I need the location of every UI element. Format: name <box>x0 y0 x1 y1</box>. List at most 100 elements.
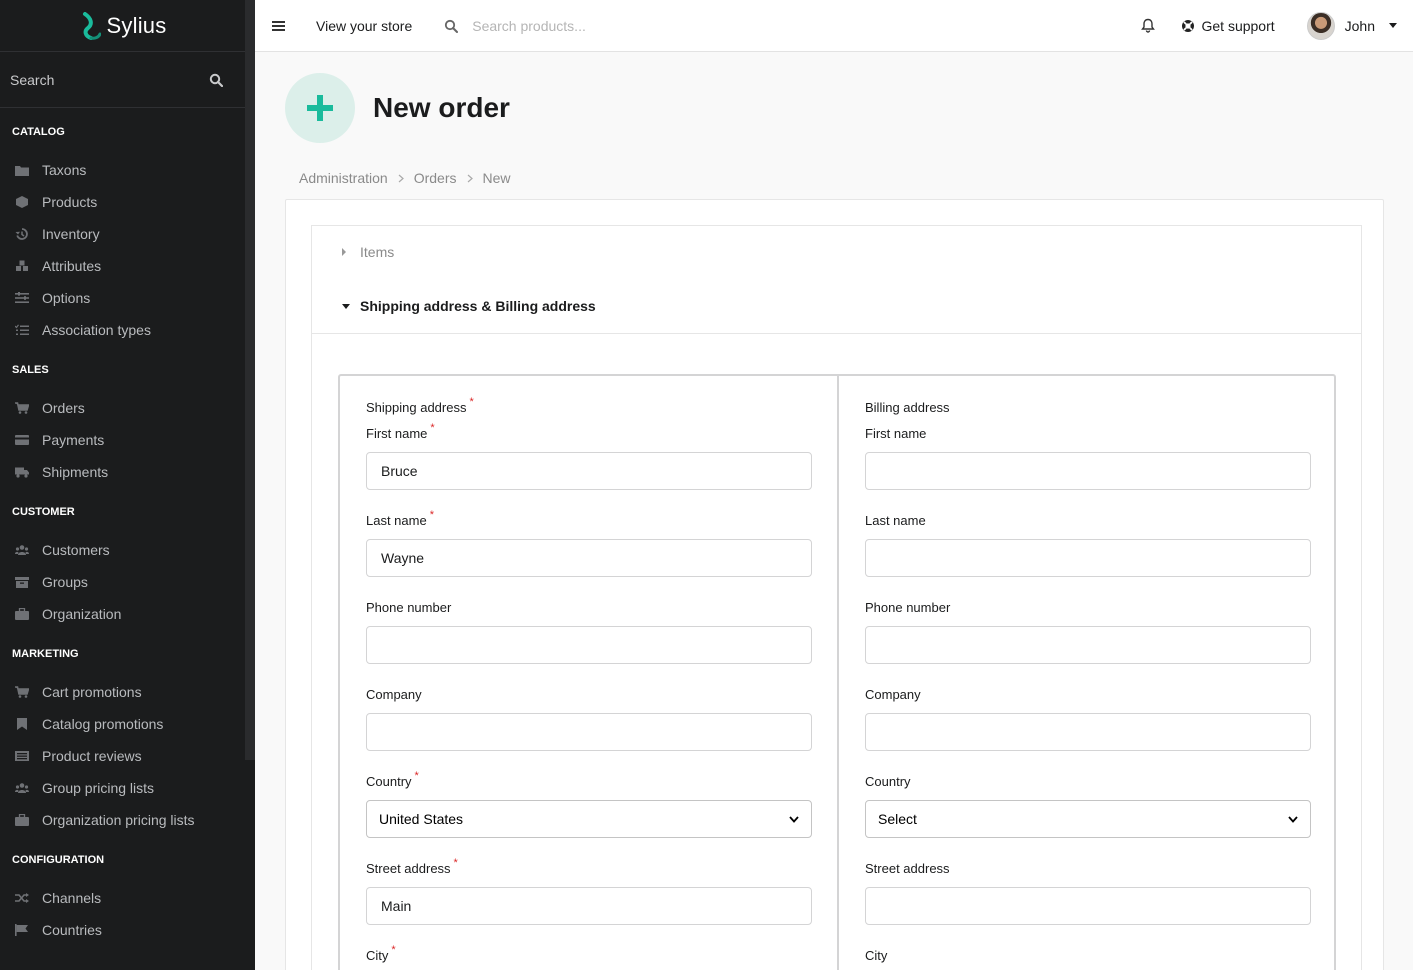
billing-company-field[interactable] <box>865 713 1311 751</box>
hamburger-icon <box>271 20 285 31</box>
sidebar-item-association-types[interactable]: Association types <box>0 314 255 346</box>
shipping-phone-label: Phone number <box>366 600 452 615</box>
history-icon <box>14 227 30 241</box>
topbar-right: Get support John <box>1141 0 1413 52</box>
cubes-icon <box>14 259 30 273</box>
address-segments: Shipping address* First name* Last name*… <box>338 374 1336 970</box>
sidebar-item-attributes[interactable]: Attributes <box>0 250 255 282</box>
order-accordion: Items Shipping address & Billing address… <box>311 225 1362 970</box>
accordion-address-title[interactable]: Shipping address & Billing address <box>342 298 596 314</box>
chevron-right-icon <box>398 174 404 182</box>
search-icon[interactable] <box>209 73 223 87</box>
accordion-items-title[interactable]: Items <box>342 244 394 260</box>
random-icon <box>14 891 30 905</box>
sidebar-item-groups[interactable]: Groups <box>0 566 255 598</box>
sidebar-item-countries[interactable]: Countries <box>0 914 255 946</box>
sidebar-item-label: Inventory <box>42 226 100 242</box>
sidebar-item-label: Payments <box>42 432 105 448</box>
sidebar-section-sales: SALES <box>12 364 49 376</box>
sidebar-section-configuration: CONFIGURATION <box>12 854 105 866</box>
sidebar-item-label: Channels <box>42 890 102 906</box>
sidebar: Sylius Search CATALOG Taxons Products Inven… <box>0 0 255 970</box>
sidebar-item-label: Association types <box>42 322 151 338</box>
sidebar-item-label: Organization pricing lists <box>42 812 195 828</box>
sidebar-item-organization-pricing-lists[interactable]: Organization pricing lists <box>0 804 255 836</box>
billing-phone-field[interactable] <box>865 626 1311 664</box>
billing-first-name-field[interactable] <box>865 452 1311 490</box>
product-search-input[interactable] <box>472 17 773 34</box>
sidebar-item-label: Group pricing lists <box>42 780 155 796</box>
cart-icon <box>14 401 30 415</box>
main-content: New order Administration Orders New Item… <box>255 52 1413 970</box>
page-title: New order <box>373 92 510 123</box>
sidebar-item-options[interactable]: Options <box>0 282 255 314</box>
sidebar-item-label: Catalog promotions <box>42 716 164 732</box>
sidebar-item-channels[interactable]: Channels <box>0 882 255 914</box>
breadcrumb-administration[interactable]: Administration <box>299 170 388 186</box>
sidebar-item-payments[interactable]: Payments <box>0 424 255 456</box>
shipping-first-name-field[interactable] <box>366 452 812 490</box>
tasks-icon <box>14 323 30 337</box>
chevron-down-icon <box>1389 23 1397 28</box>
sidebar-search[interactable]: Search <box>0 52 245 108</box>
sidebar-item-label: Taxons <box>42 162 87 178</box>
sidebar-item-label: Shipments <box>42 464 109 480</box>
sidebar-item-shipments[interactable]: Shipments <box>0 456 255 488</box>
sidebar-section-marketing: MARKETING <box>12 648 79 660</box>
chevron-down-icon <box>789 815 799 823</box>
billing-last-name-field[interactable] <box>865 539 1311 577</box>
shipping-address-title: Shipping address * <box>366 396 474 415</box>
life-ring-icon <box>1182 19 1195 32</box>
sidebar-item-taxons[interactable]: Taxons <box>0 154 255 186</box>
billing-company-label: Company <box>865 687 921 702</box>
credit-card-icon <box>14 433 30 447</box>
briefcase-icon <box>14 813 30 827</box>
shipping-company-field[interactable] <box>366 713 812 751</box>
sidebar-section-customer: CUSTOMER <box>12 506 75 518</box>
sidebar-item-catalog-promotions[interactable]: Catalog promotions <box>0 708 255 740</box>
shipping-country-label: Country * <box>366 770 419 789</box>
cube-icon <box>14 195 30 209</box>
billing-phone-label: Phone number <box>865 600 951 615</box>
briefcase-icon <box>14 607 30 621</box>
sidebar-item-customers[interactable]: Customers <box>0 534 255 566</box>
shipping-phone-field[interactable] <box>366 626 812 664</box>
sidebar-item-group-pricing-lists[interactable]: Group pricing lists <box>0 772 255 804</box>
user-menu[interactable]: John <box>1306 11 1397 40</box>
view-store-link[interactable]: View your store <box>316 18 412 34</box>
breadcrumb-orders[interactable]: Orders <box>414 170 457 186</box>
brand-name: Sylius <box>106 12 167 38</box>
billing-street-label: Street address <box>865 861 950 876</box>
bell-icon[interactable] <box>1141 18 1156 33</box>
billing-country-label: Country <box>865 774 911 789</box>
billing-last-name-label: Last name <box>865 513 926 528</box>
sliders-icon <box>14 291 30 305</box>
sidebar-item-label: Organization <box>42 606 122 622</box>
sidebar-item-cart-promotions[interactable]: Cart promotions <box>0 676 255 708</box>
order-form-card: Items Shipping address & Billing address… <box>285 199 1384 970</box>
shipping-country-select[interactable]: United States <box>366 800 812 838</box>
billing-country-select[interactable]: Select <box>865 800 1311 838</box>
users-icon <box>14 781 30 795</box>
chevron-right-icon <box>467 174 473 182</box>
topbar: View your store Get support John <box>255 0 1413 52</box>
sidebar-item-label: Groups <box>42 574 88 590</box>
shipping-street-field[interactable] <box>366 887 812 925</box>
sidebar-item-organization[interactable]: Organization <box>0 598 255 630</box>
sidebar-nav: CATALOG Taxons Products Inventory Attributes… <box>0 124 255 946</box>
sidebar-item-products[interactable]: Products <box>0 186 255 218</box>
get-support-button[interactable]: Get support <box>1181 18 1275 34</box>
sidebar-item-inventory[interactable]: Inventory <box>0 218 255 250</box>
sidebar-search-label: Search <box>10 71 55 88</box>
sidebar-item-orders[interactable]: Orders <box>0 392 255 424</box>
shipping-country-value: United States <box>379 811 464 827</box>
sidebar-scrollbar[interactable] <box>245 0 255 760</box>
accordion-address-label: Shipping address & Billing address <box>360 298 596 314</box>
logo[interactable]: Sylius <box>0 0 245 52</box>
shipping-first-name-label: First name * <box>366 422 435 441</box>
billing-street-field[interactable] <box>865 887 1311 925</box>
menu-toggle-button[interactable] <box>255 20 301 32</box>
shipping-last-name-field[interactable] <box>366 539 812 577</box>
shipping-last-name-label: Last name * <box>366 509 434 528</box>
sidebar-item-product-reviews[interactable]: Product reviews <box>0 740 255 772</box>
